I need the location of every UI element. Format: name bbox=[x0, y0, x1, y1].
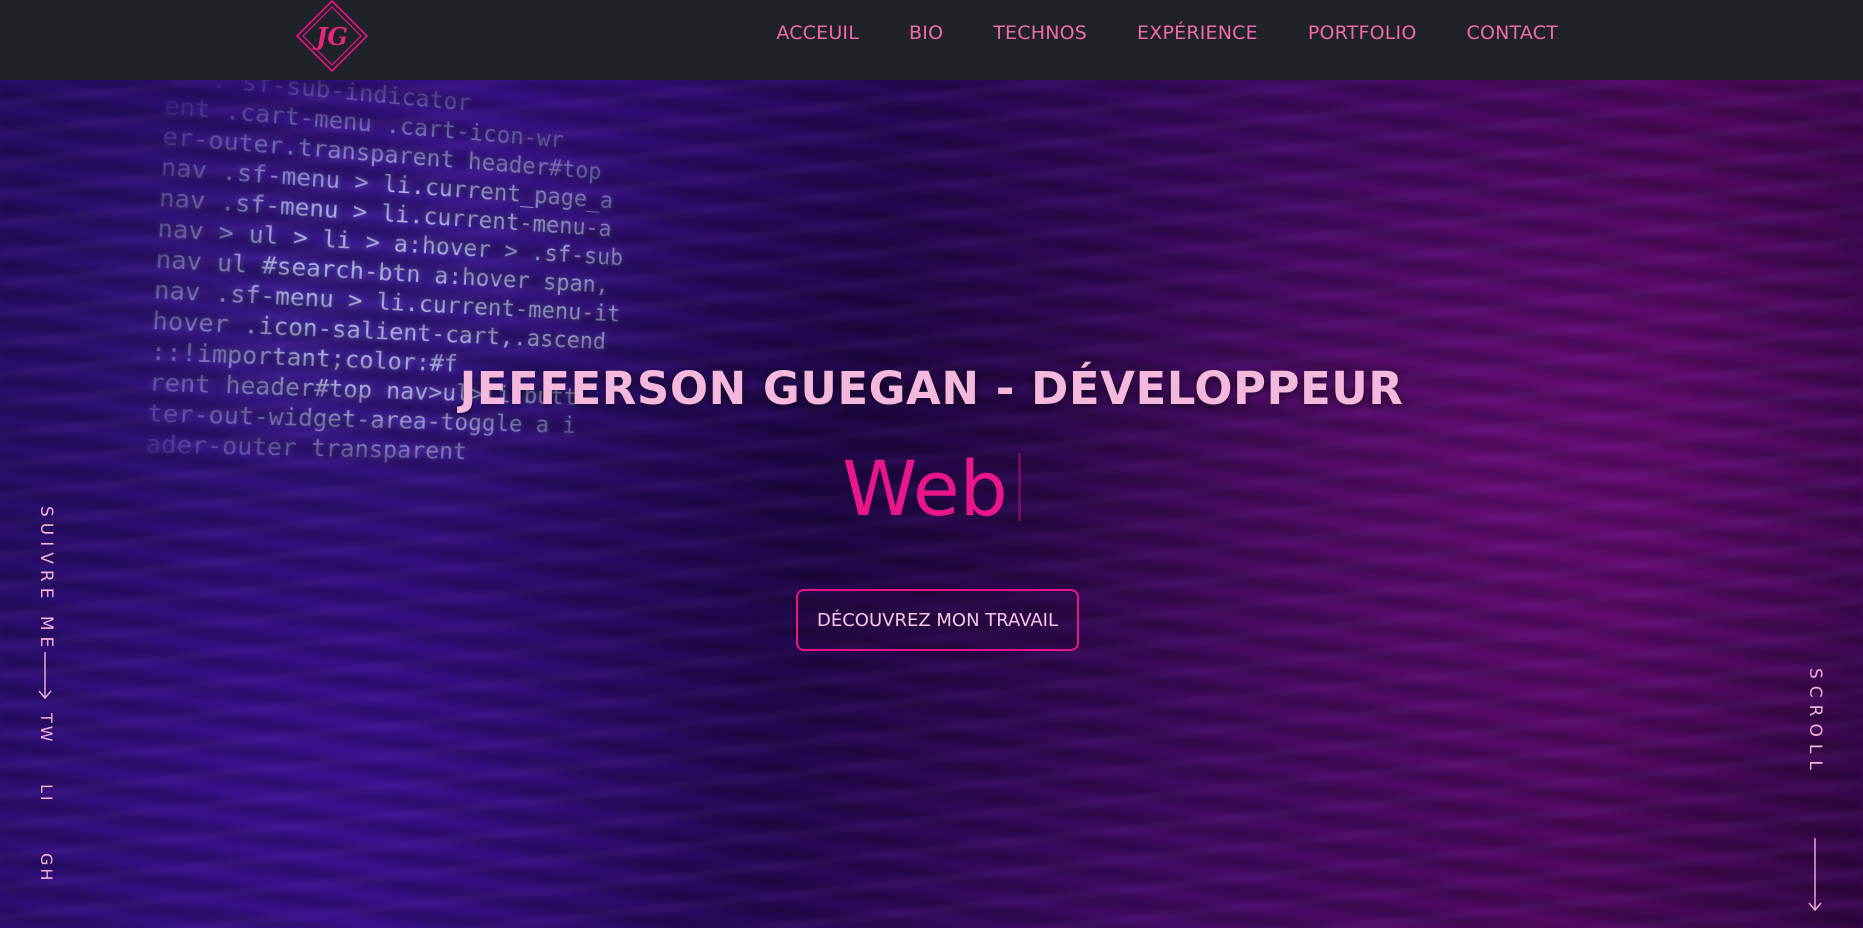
follow-me-label: SUIVRE ME bbox=[36, 506, 56, 654]
nav-item-experience[interactable]: EXPÉRIENCE bbox=[1137, 22, 1258, 44]
arrow-down-icon bbox=[38, 652, 52, 700]
nav-item-contact[interactable]: CONTACT bbox=[1466, 22, 1558, 44]
discover-work-button[interactable]: DÉCOUVREZ MON TRAVAIL bbox=[796, 589, 1079, 651]
social-link-twitter[interactable]: TW bbox=[37, 713, 56, 745]
brand-logo[interactable]: JG bbox=[296, 0, 368, 72]
nav-item-portfolio[interactable]: PORTFOLIO bbox=[1308, 22, 1417, 44]
nav-item-acceuil[interactable]: ACCEUIL bbox=[776, 22, 859, 44]
scroll-label[interactable]: SCROLL bbox=[1805, 668, 1825, 777]
typed-word: Web bbox=[842, 444, 1008, 533]
hero-title: JEFFERSON GUEGAN - DÉVELOPPEUR bbox=[459, 362, 1404, 415]
social-link-github[interactable]: GH bbox=[37, 853, 56, 883]
typed-cursor bbox=[1017, 453, 1021, 521]
navbar: JG ACCEUIL BIO TECHNOS EXPÉRIENCE PORTFO… bbox=[0, 0, 1863, 80]
nav-item-bio[interactable]: BIO bbox=[909, 22, 943, 44]
main-nav: ACCEUIL BIO TECHNOS EXPÉRIENCE PORTFOLIO… bbox=[776, 0, 1558, 66]
scroll-arrow-down-icon bbox=[1808, 838, 1822, 912]
logo-text: JG bbox=[316, 21, 348, 51]
typed-text: Web bbox=[0, 444, 1863, 533]
nav-item-technos[interactable]: TECHNOS bbox=[993, 22, 1087, 44]
social-link-linkedin[interactable]: LI bbox=[37, 784, 56, 804]
